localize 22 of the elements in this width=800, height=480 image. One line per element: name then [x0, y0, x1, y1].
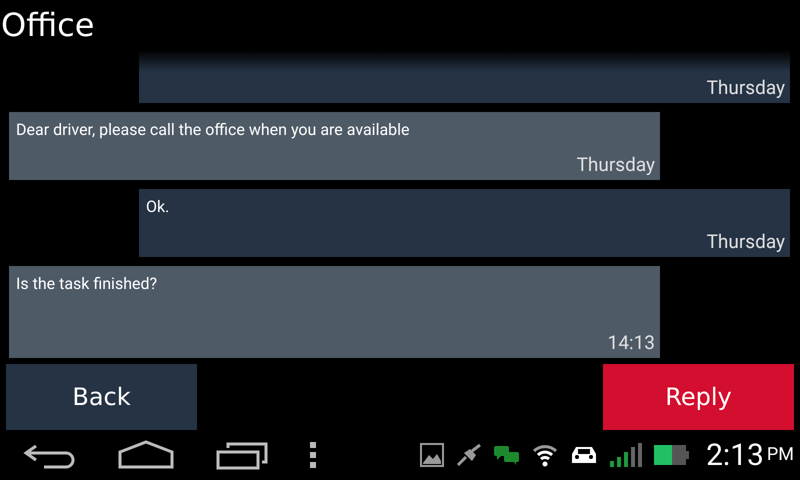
message-time: Thursday: [706, 230, 785, 253]
message-text: Is the task finished?: [16, 274, 158, 293]
reply-button[interactable]: Reply: [603, 364, 794, 430]
message-time: Thursday: [706, 76, 785, 99]
wifi-icon: [532, 443, 558, 467]
back-button[interactable]: Back: [6, 364, 197, 430]
signal-icon: [610, 443, 642, 467]
message-text: Ok.: [146, 197, 170, 216]
image-icon: [420, 443, 444, 467]
chat-icon: [494, 444, 520, 466]
car-icon: [570, 444, 598, 466]
clock-ampm: PM: [766, 444, 794, 464]
home-icon[interactable]: [118, 440, 174, 470]
message-time: 14:13: [608, 331, 655, 354]
menu-icon[interactable]: [310, 442, 316, 468]
clock-time: 2:13: [706, 438, 764, 472]
message-text: Dear driver, please call the office when you are available: [16, 120, 411, 139]
plug-icon: [456, 443, 482, 467]
message-time: Thursday: [576, 153, 655, 176]
battery-icon: [654, 443, 690, 467]
recent-apps-icon[interactable]: [216, 440, 268, 470]
window-title: Office: [0, 5, 96, 46]
